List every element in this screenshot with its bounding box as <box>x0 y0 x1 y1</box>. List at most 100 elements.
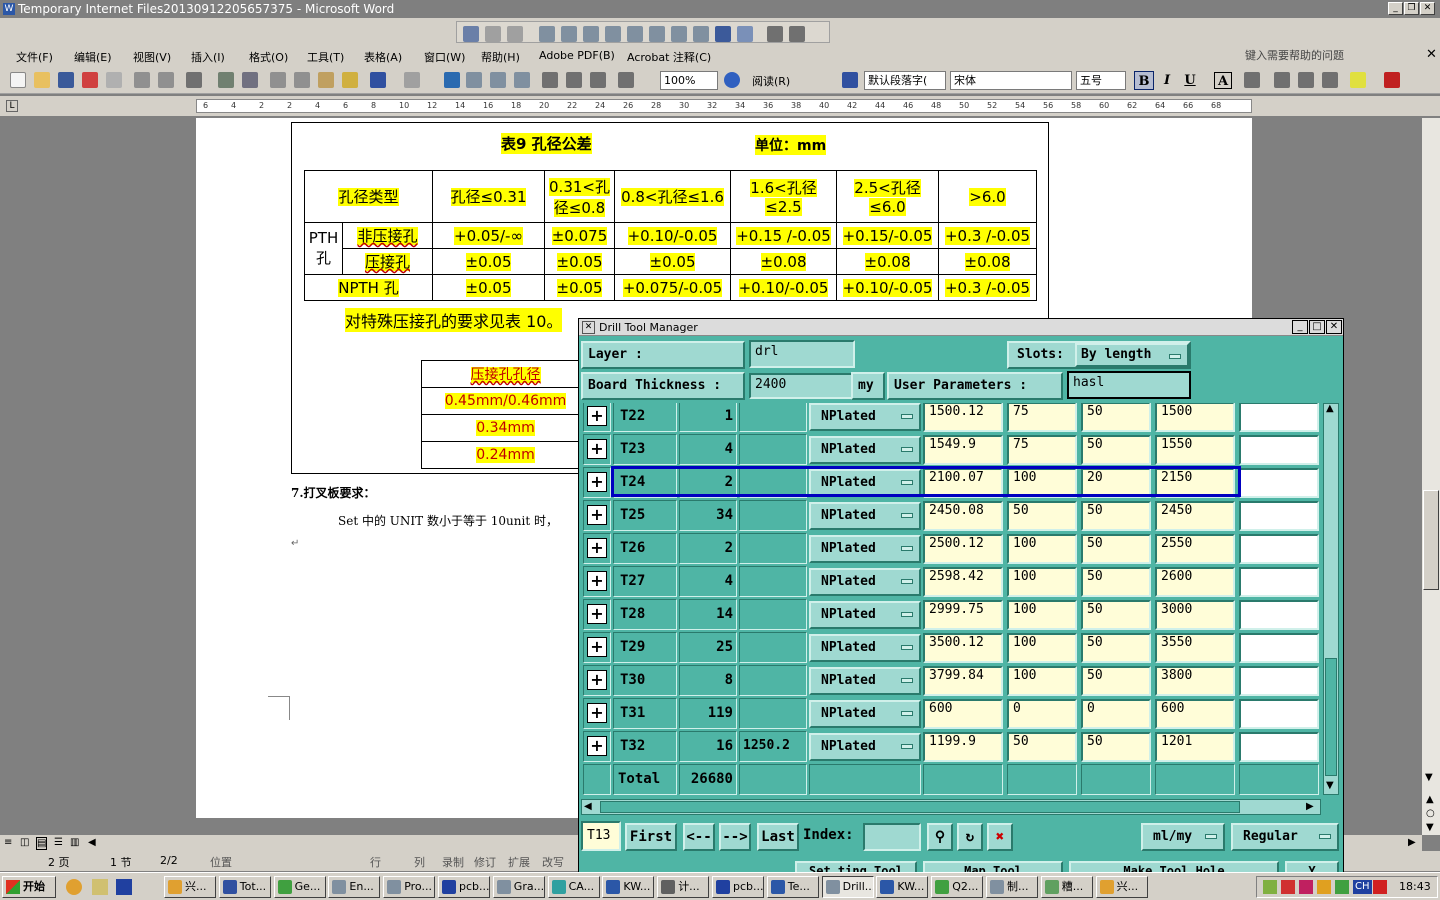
tool-row[interactable]: + T23 4 NPlated 1549.9 75 50 1550 <box>581 434 1321 467</box>
extra-input[interactable] <box>1239 567 1319 597</box>
tool-row[interactable]: + T28 14 NPlated 2999.75 100 50 3000 <box>581 599 1321 632</box>
next-button[interactable]: --> <box>719 823 751 851</box>
text-icon[interactable] <box>715 26 731 42</box>
menu-insert[interactable]: 插入(I) <box>191 49 225 65</box>
start-button[interactable]: 开始 <box>2 876 56 898</box>
taskbar-item[interactable]: KW... <box>876 876 929 898</box>
tool-row[interactable]: + T25 34 NPlated 2450.08 50 50 2450 <box>581 500 1321 533</box>
extra-input[interactable] <box>1239 666 1319 696</box>
textfield-icon[interactable] <box>561 26 577 42</box>
prev-page-icon[interactable]: ▲ <box>1426 794 1434 805</box>
normal-view-icon[interactable]: ≡ <box>4 837 12 848</box>
columns-icon[interactable] <box>542 72 558 88</box>
tray-icon[interactable] <box>1317 880 1331 894</box>
permission-icon[interactable] <box>82 72 98 88</box>
char-border-button[interactable]: A <box>1214 72 1232 89</box>
tol-minus-input[interactable]: 50 <box>1081 732 1151 762</box>
taskbar-item[interactable]: Gra... <box>492 876 545 898</box>
taskbar-item[interactable]: CA... <box>547 876 600 898</box>
outline-view-icon[interactable]: ☰ <box>54 837 63 848</box>
taskbar-item[interactable]: 兴... <box>164 876 216 898</box>
extra-input[interactable] <box>1239 732 1319 762</box>
scroll-right-icon[interactable]: ▶ <box>1408 837 1416 848</box>
extra-input[interactable] <box>1239 501 1319 531</box>
next-page-icon[interactable]: ▼ <box>1426 822 1434 833</box>
finish-size-input[interactable]: 1500.12 <box>923 403 1003 432</box>
dialog-minimize-button[interactable]: _ <box>1292 320 1308 334</box>
dialog-menu-icon[interactable]: ✕ <box>582 321 595 334</box>
current-tool-field[interactable]: T13 <box>581 821 621 851</box>
eraser-icon[interactable] <box>507 26 523 42</box>
drill-size-input[interactable]: 1201 <box>1155 732 1235 762</box>
quicklaunch-icon[interactable] <box>66 879 82 895</box>
style-select[interactable]: 默认段落字( <box>864 71 946 90</box>
table-hscroll[interactable]: ◀ ▶ <box>581 799 1321 815</box>
tol-minus-input[interactable]: 50 <box>1081 534 1151 564</box>
last-button[interactable]: Last <box>757 823 799 851</box>
dialog-maximize-button[interactable]: □ <box>1309 320 1325 334</box>
font-size-select[interactable]: 五号 <box>1076 71 1126 90</box>
prev-button[interactable]: <-- <box>683 823 715 851</box>
tool-type-select[interactable]: NPlated <box>809 403 921 431</box>
highlight-color-icon[interactable] <box>1350 72 1366 88</box>
print-icon[interactable] <box>134 72 150 88</box>
finish-size-input[interactable]: 2450.08 <box>923 501 1003 531</box>
insert-excel-icon[interactable] <box>514 72 530 88</box>
input-language[interactable]: CH <box>1353 880 1372 894</box>
extra-input[interactable] <box>1239 633 1319 663</box>
delete-icon[interactable]: ✖ <box>987 823 1013 851</box>
expand-icon[interactable]: + <box>587 703 607 723</box>
tool-type-select[interactable]: NPlated <box>809 667 921 695</box>
spin-icon[interactable] <box>693 26 709 42</box>
taskbar-item[interactable]: Drill... <box>821 876 874 898</box>
restore-button[interactable]: ❐ <box>1404 2 1419 15</box>
board-thickness-input[interactable]: 2400 <box>749 373 853 399</box>
taskbar-item[interactable]: 制... <box>986 876 1038 898</box>
tol-plus-input[interactable]: 100 <box>1007 600 1077 630</box>
email-icon[interactable] <box>106 72 122 88</box>
menu-help[interactable]: 帮助(H) <box>481 49 520 65</box>
save-icon[interactable] <box>58 72 74 88</box>
redo-icon[interactable] <box>404 72 420 88</box>
tol-minus-input[interactable]: 50 <box>1081 633 1151 663</box>
finish-size-input[interactable]: 1199.9 <box>923 732 1003 762</box>
user-params-input[interactable]: hasl <box>1067 371 1191 399</box>
research-icon[interactable] <box>242 72 258 88</box>
tol-minus-input[interactable]: 50 <box>1081 567 1151 597</box>
help-icon[interactable] <box>724 72 740 88</box>
hyperlink-icon[interactable] <box>444 72 460 88</box>
table-scroll-thumb[interactable] <box>1325 658 1337 776</box>
drill-size-input[interactable]: 1550 <box>1155 435 1235 465</box>
drill-size-input[interactable]: 3000 <box>1155 600 1235 630</box>
list-icon[interactable] <box>627 26 643 42</box>
drill-size-input[interactable]: 3550 <box>1155 633 1235 663</box>
tol-plus-input[interactable]: 100 <box>1007 633 1077 663</box>
taskbar-item[interactable]: pcb... <box>712 876 764 898</box>
menu-edit[interactable]: 编辑(E) <box>74 49 112 65</box>
units-select[interactable]: ml/my <box>1141 823 1225 851</box>
tray-icon[interactable] <box>1263 880 1277 894</box>
table-scroll-left-icon[interactable]: ◀ <box>584 801 592 812</box>
tol-plus-input[interactable]: 75 <box>1007 435 1077 465</box>
tool-row[interactable]: + T29 25 NPlated 3500.12 100 50 3550 <box>581 632 1321 665</box>
tray-icon[interactable] <box>1373 880 1387 894</box>
drawing-icon[interactable] <box>566 72 582 88</box>
doc-close-icon[interactable]: ✕ <box>1426 47 1437 62</box>
minimize-button[interactable]: _ <box>1388 2 1403 15</box>
tol-minus-input[interactable]: 0 <box>1081 699 1151 729</box>
tool-type-select[interactable]: NPlated <box>809 502 921 530</box>
tray-icon[interactable] <box>1281 880 1295 894</box>
extra-input[interactable] <box>1239 600 1319 630</box>
tool-row[interactable]: + T32 16 1250.2 NPlated 1199.9 50 50 1201 <box>581 731 1321 764</box>
menu-tools[interactable]: 工具(T) <box>307 49 344 65</box>
tol-plus-input[interactable]: 100 <box>1007 534 1077 564</box>
tol-plus-input[interactable]: 0 <box>1007 699 1077 729</box>
tool-type-select[interactable]: NPlated <box>809 436 921 464</box>
finish-size-input[interactable]: 1549.9 <box>923 435 1003 465</box>
expand-icon[interactable]: + <box>587 439 607 459</box>
tab-selector[interactable]: L <box>6 100 18 112</box>
insert-table-icon[interactable] <box>490 72 506 88</box>
drill-size-input[interactable]: 3800 <box>1155 666 1235 696</box>
styles-pane-icon[interactable] <box>842 72 858 88</box>
expand-icon[interactable]: + <box>587 637 607 657</box>
